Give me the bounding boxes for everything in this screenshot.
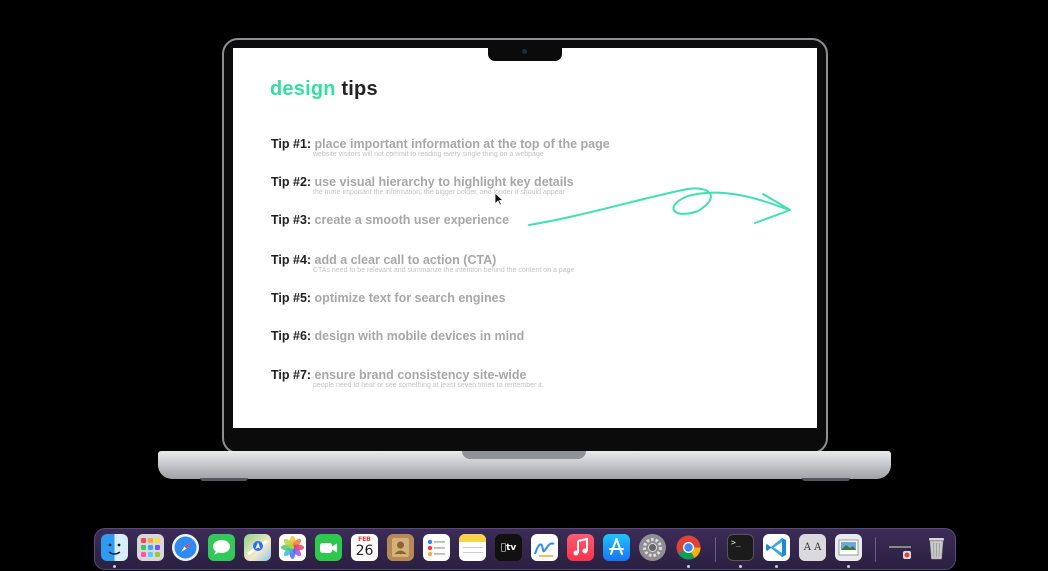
terminal-icon[interactable]: >_ (727, 534, 754, 561)
music-icon[interactable] (567, 534, 594, 561)
trash-icon[interactable] (923, 534, 950, 561)
mouse-cursor-icon (494, 192, 504, 206)
dock-separator (875, 537, 876, 562)
tip-sub: website visitors will not commit to read… (313, 151, 544, 158)
calendar-day: 26 (355, 543, 374, 559)
safari-icon[interactable] (172, 534, 199, 561)
running-indicator (775, 565, 778, 568)
dock: FEB 26 tv (94, 528, 956, 570)
app-store-icon[interactable] (603, 534, 630, 561)
tip-label: Tip #1: (271, 137, 312, 151)
finder-icon[interactable] (101, 534, 128, 561)
tip-1: Tip #1: place important information at t… (271, 137, 610, 158)
hand-drawn-arrow-icon (528, 187, 791, 226)
chrome-icon[interactable] (675, 534, 702, 561)
slide-screen: design tips Tip #1: place important info… (233, 48, 817, 428)
tv-icon[interactable]: tv (495, 534, 522, 561)
running-indicator (847, 565, 850, 568)
tip-4: Tip #4: add a clear call to action (CTA)… (271, 253, 574, 274)
calendar-month: FEB (358, 536, 371, 543)
tip-text: optimize text for search engines (314, 291, 506, 305)
vscode-icon[interactable] (763, 534, 790, 561)
laptop-foot (200, 478, 248, 481)
tip-3: Tip #3: create a smooth user experience (271, 213, 509, 227)
tip-label: Tip #4: (271, 253, 312, 267)
slide-title: design tips (270, 78, 378, 101)
title-rest: tips (341, 78, 378, 100)
downloads-stack-icon[interactable] (887, 534, 914, 561)
tip-sub: people need to hear or see something at … (313, 382, 544, 389)
tip-text: add a clear call to action (CTA) (314, 253, 497, 267)
tip-sub: CTAs need to be relevant and summarize t… (313, 267, 575, 274)
tip-text: design with mobile devices in mind (314, 329, 525, 343)
system-settings-icon[interactable] (639, 534, 666, 561)
tip-5: Tip #5: optimize text for search engines (271, 291, 506, 305)
tv-label: tv (503, 542, 516, 553)
messages-icon[interactable] (208, 534, 235, 561)
maps-icon[interactable] (244, 534, 271, 561)
tip-6: Tip #6: design with mobile devices in mi… (271, 329, 524, 343)
launchpad-icon[interactable] (137, 534, 164, 561)
facetime-icon[interactable] (315, 534, 342, 561)
tip-label: Tip #6: (271, 329, 312, 343)
camera-notch (488, 46, 562, 61)
running-indicator (739, 565, 742, 568)
freeform-icon[interactable] (531, 534, 558, 561)
contacts-icon[interactable] (387, 534, 414, 561)
tip-7: Tip #7: ensure brand consistency site-wi… (271, 368, 544, 389)
tip-label: Tip #2: (271, 175, 312, 189)
reminders-icon[interactable] (423, 534, 450, 561)
font-book-icon[interactable]: A A (799, 534, 826, 561)
tip-label: Tip #3: (271, 213, 312, 227)
tip-text: create a smooth user experience (314, 213, 510, 227)
calendar-icon[interactable]: FEB 26 (351, 534, 378, 561)
tip-text: ensure brand consistency site-wide (314, 368, 527, 382)
base-opening (462, 451, 586, 459)
notes-icon[interactable] (459, 534, 486, 561)
running-indicator (687, 565, 690, 568)
camera-icon (522, 49, 527, 54)
title-accent: design (270, 78, 336, 100)
laptop-foot (802, 478, 850, 481)
tip-text: place important information at the top o… (314, 137, 610, 151)
tip-label: Tip #7: (271, 368, 312, 382)
font-book-label: A A (803, 542, 822, 553)
photos-icon[interactable] (279, 534, 306, 561)
terminal-prompt: >_ (731, 538, 741, 547)
running-indicator (113, 565, 116, 568)
laptop-base (158, 451, 891, 479)
dock-separator (715, 537, 716, 562)
tip-label: Tip #5: (271, 291, 312, 305)
preview-icon[interactable] (835, 534, 862, 561)
